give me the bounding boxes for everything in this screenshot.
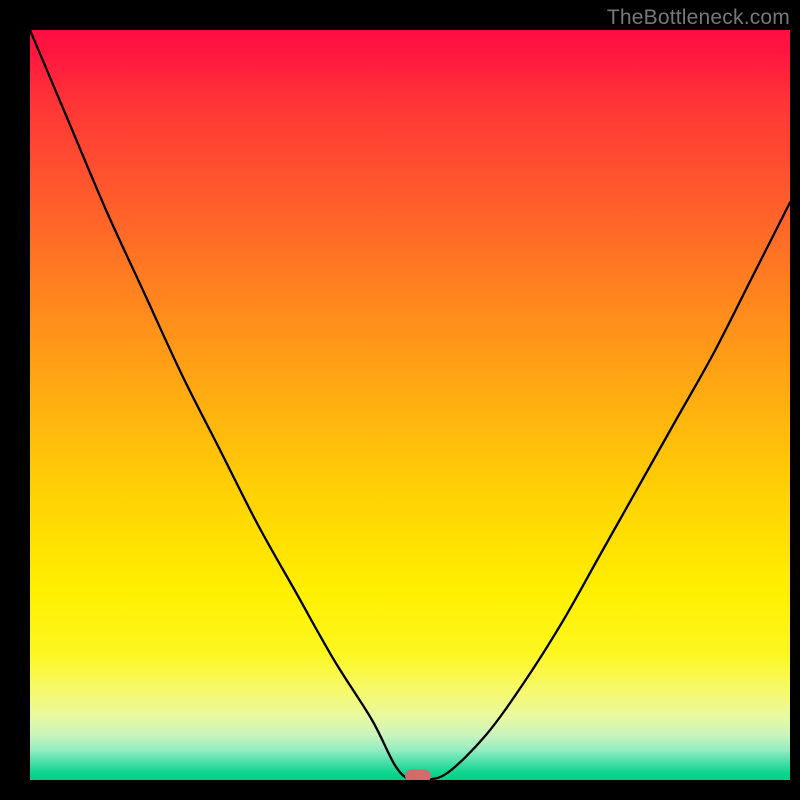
chart-root: TheBottleneck.com	[0, 0, 800, 800]
plot-area	[30, 30, 790, 780]
bottleneck-curve	[30, 30, 790, 780]
optimum-marker	[405, 770, 431, 781]
watermark-text: TheBottleneck.com	[607, 6, 790, 30]
plot-frame	[30, 30, 790, 780]
